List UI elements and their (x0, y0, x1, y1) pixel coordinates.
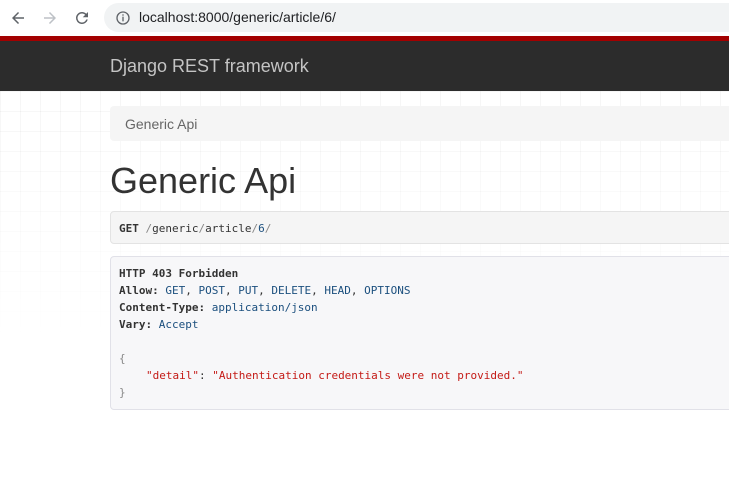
header-value: application/json (211, 301, 318, 314)
page-title: Generic Api (110, 160, 297, 201)
request-info: GET /generic/article/6/ (110, 211, 729, 244)
json-open-brace: { (119, 352, 126, 365)
header-value: GET (165, 284, 186, 297)
header-value: POST (198, 284, 226, 297)
reload-button[interactable] (70, 6, 94, 30)
arrow-right-icon (44, 12, 56, 24)
json-detail-line: "detail": "Authentication credentials we… (146, 369, 524, 382)
header-name: Allow: (119, 284, 159, 297)
json-colon: : (198, 369, 206, 382)
header-name: Content-Type: (119, 301, 206, 314)
response-info: HTTP 403 Forbidden Allow: GET, POST, PUT… (110, 256, 729, 410)
header-value: Accept (158, 318, 199, 331)
url-text[interactable]: localhost:8000/generic/article/6/ (139, 9, 336, 25)
header-value: OPTIONS (364, 284, 411, 297)
breadcrumb: Generic Api (110, 106, 729, 141)
header-value: HEAD (324, 284, 351, 297)
json-value: "Authentication credentials were not pro… (212, 369, 524, 382)
breadcrumb-item[interactable]: Generic Api (125, 116, 197, 132)
reload-icon (75, 11, 88, 24)
path-segment: article (205, 222, 252, 235)
request-method: GET (119, 222, 139, 235)
response-status: HTTP 403 Forbidden (119, 267, 238, 280)
navbar: Django REST framework (0, 41, 729, 91)
json-close-brace: } (119, 386, 126, 399)
json-key: "detail" (146, 369, 199, 382)
header-allow: Allow: GET, POST, PUT, DELETE, HEAD, OPT… (119, 284, 411, 297)
header-content-type: Content-Type: application/json (119, 301, 318, 314)
header-value: DELETE (271, 284, 312, 297)
info-icon[interactable] (115, 10, 131, 26)
forward-button[interactable] (38, 6, 62, 30)
back-button[interactable] (6, 6, 30, 30)
status-text: HTTP 403 Forbidden (119, 267, 239, 280)
address-bar[interactable]: localhost:8000/generic/article/6/ (104, 3, 729, 32)
header-value: PUT (238, 284, 259, 297)
header-name: Vary: (119, 318, 153, 331)
path-sep: / (264, 222, 272, 235)
header-vary: Vary: Accept (119, 318, 199, 331)
brand-link[interactable]: Django REST framework (110, 56, 309, 77)
browser-toolbar: localhost:8000/generic/article/6/ (0, 0, 729, 36)
request-line: GET /generic/article/6/ (119, 222, 271, 235)
path-segment: generic (152, 222, 199, 235)
arrow-left-icon (12, 12, 24, 24)
path-id: 6 (258, 222, 265, 235)
